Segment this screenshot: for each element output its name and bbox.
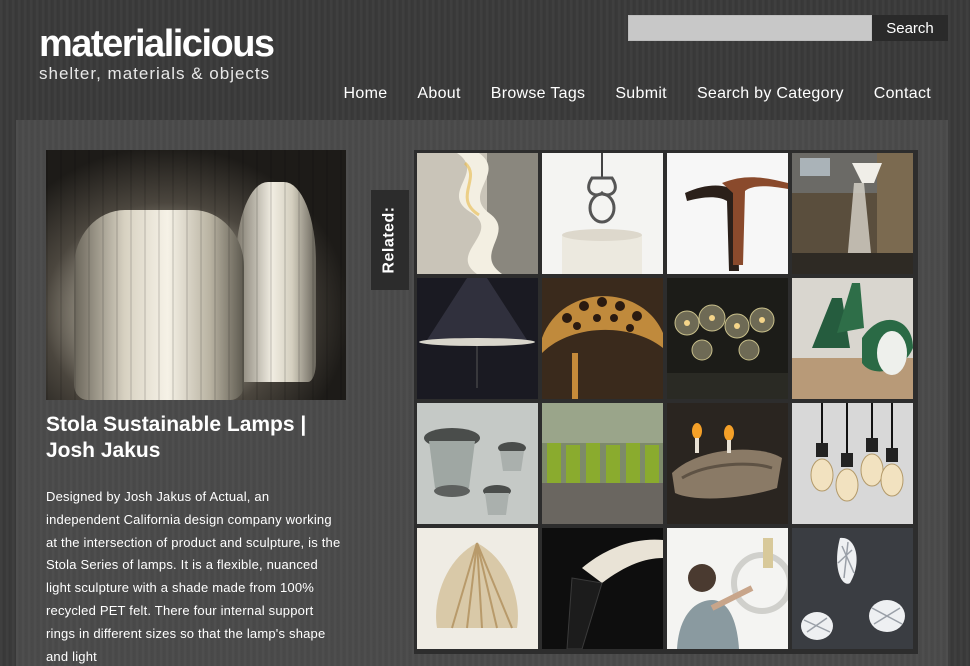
bent-wood-desk-lamp-icon	[667, 153, 788, 274]
related-thumb-8[interactable]	[792, 278, 913, 399]
main-nav: Home About Browse Tags Submit Search by …	[344, 85, 931, 103]
related-thumb-15[interactable]	[667, 528, 788, 649]
post-hero-image[interactable]	[46, 150, 346, 400]
site-logo[interactable]: materialicious shelter, materials & obje…	[39, 22, 275, 84]
industrial-cage-lamps-icon	[417, 403, 538, 524]
related-grid	[414, 150, 918, 654]
woman-with-ring-lamp-icon	[667, 528, 788, 649]
perforated-dome-lamp-icon	[542, 278, 663, 399]
nav-about[interactable]: About	[417, 85, 460, 103]
post-body: Designed by Josh Jakus of Actual, an ind…	[46, 489, 341, 664]
related-thumb-14[interactable]	[542, 528, 663, 649]
nav-search-by-category[interactable]: Search by Category	[697, 85, 844, 103]
edison-bulb-pendants-icon	[792, 403, 913, 524]
related-label-tab: Related:	[371, 190, 409, 290]
post-title[interactable]: Stola Sustainable Lamps | Josh Jakus	[46, 412, 336, 464]
related-thumb-12[interactable]	[792, 403, 913, 524]
search-button[interactable]: Search	[872, 15, 948, 41]
search-form: Search	[628, 15, 948, 41]
paper-layered-lamp-icon	[417, 528, 538, 649]
related-thumb-1[interactable]	[417, 153, 538, 274]
white-lattice-lamps-icon	[792, 528, 913, 649]
related-thumb-4[interactable]	[792, 153, 913, 274]
related-thumb-13[interactable]	[417, 528, 538, 649]
related-thumb-3[interactable]	[667, 153, 788, 274]
ornate-pendant-lamp-icon	[542, 153, 663, 274]
related-thumb-11[interactable]	[667, 403, 788, 524]
related-thumb-5[interactable]	[417, 278, 538, 399]
driftwood-candle-holder-icon	[667, 403, 788, 524]
nav-contact[interactable]: Contact	[874, 85, 931, 103]
lamp-ribs	[46, 150, 346, 400]
related-thumb-16[interactable]	[792, 528, 913, 649]
green-bottle-wall-icon	[542, 403, 663, 524]
related-thumb-10[interactable]	[542, 403, 663, 524]
related-thumb-7[interactable]	[667, 278, 788, 399]
site-title[interactable]: materialicious	[39, 22, 275, 66]
related-label: Related:	[381, 206, 398, 274]
related-thumb-6[interactable]	[542, 278, 663, 399]
related-thumb-9[interactable]	[417, 403, 538, 524]
search-input[interactable]	[628, 15, 872, 41]
glass-bulb-chandelier-icon	[667, 278, 788, 399]
nav-home[interactable]: Home	[344, 85, 388, 103]
lamp-in-brick-room-icon	[792, 153, 913, 274]
dark-disc-light-icon	[417, 278, 538, 399]
green-enamel-pendants-icon	[792, 278, 913, 399]
site-tagline: shelter, materials & objects	[39, 64, 271, 83]
related-thumb-2[interactable]	[542, 153, 663, 274]
nav-browse-tags[interactable]: Browse Tags	[491, 85, 586, 103]
twisted-white-sculpture-lamp-icon	[417, 153, 538, 274]
content-panel: Stola Sustainable Lamps | Josh Jakus Des…	[16, 120, 948, 666]
nav-submit[interactable]: Submit	[615, 85, 667, 103]
folded-sheet-lamp-icon	[542, 528, 663, 649]
